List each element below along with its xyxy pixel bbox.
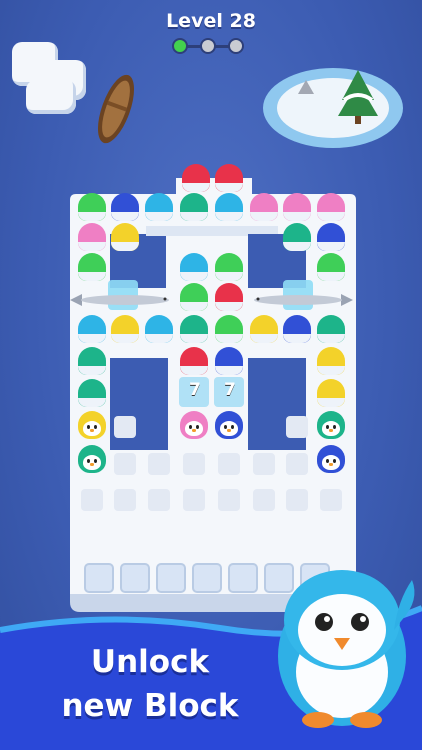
progress-dot-1 <box>172 38 188 54</box>
empty-slot <box>320 489 342 511</box>
empty-slot <box>286 453 308 475</box>
penguin-piece[interactable] <box>76 376 108 408</box>
penguin-piece[interactable] <box>281 220 313 252</box>
penguin-piece[interactable] <box>213 312 245 344</box>
penguin-piece[interactable] <box>178 344 210 376</box>
penguin-piece[interactable] <box>109 220 141 252</box>
penguin-piece[interactable] <box>213 280 245 312</box>
level-title: Level 28 <box>166 10 256 32</box>
penguin-piece[interactable] <box>178 408 210 440</box>
penguin-piece[interactable] <box>315 408 347 440</box>
snow-island-decoration <box>263 68 403 148</box>
penguin-piece[interactable] <box>178 312 210 344</box>
penguin-piece[interactable] <box>213 408 245 440</box>
empty-slot <box>183 453 205 475</box>
empty-slot <box>114 489 136 511</box>
ice-blocks-decoration <box>12 42 88 118</box>
boat-icon <box>97 74 135 144</box>
penguin-piece[interactable] <box>143 190 175 222</box>
progress-dot-2 <box>200 38 216 54</box>
penguin-piece[interactable] <box>76 344 108 376</box>
penguin-piece[interactable] <box>76 190 108 222</box>
fish-icon-right <box>254 294 353 306</box>
penguin-piece[interactable] <box>315 442 347 474</box>
promo-caption-line2: new Block <box>61 688 239 724</box>
penguin-piece[interactable] <box>213 250 245 282</box>
penguin-piece[interactable] <box>76 250 108 282</box>
penguin-piece[interactable] <box>213 190 245 222</box>
empty-slot <box>286 489 308 511</box>
empty-slot <box>253 489 275 511</box>
penguin-piece[interactable] <box>281 312 313 344</box>
frozen-count-label: 7 <box>224 380 236 400</box>
empty-slot <box>286 416 308 438</box>
penguin-piece[interactable] <box>213 344 245 376</box>
tray-slot <box>228 563 258 593</box>
fish-icon-left <box>70 294 169 306</box>
penguin-piece[interactable] <box>143 312 175 344</box>
penguin-piece[interactable] <box>109 312 141 344</box>
penguin-piece[interactable] <box>315 220 347 252</box>
empty-slot <box>114 453 136 475</box>
empty-slot <box>183 489 205 511</box>
penguin-piece[interactable] <box>315 344 347 376</box>
penguin-piece[interactable] <box>281 190 313 222</box>
penguin-piece[interactable] <box>76 312 108 344</box>
penguin-piece[interactable] <box>315 250 347 282</box>
penguin-piece[interactable] <box>178 250 210 282</box>
penguin-piece[interactable] <box>248 312 280 344</box>
empty-slot <box>148 489 170 511</box>
tray-slot <box>156 563 186 593</box>
empty-slot <box>218 453 240 475</box>
tray-slot <box>120 563 150 593</box>
penguin-piece[interactable] <box>315 190 347 222</box>
empty-slot <box>148 453 170 475</box>
penguin-piece[interactable] <box>109 190 141 222</box>
penguin-piece[interactable] <box>213 161 245 193</box>
level-progress <box>172 38 244 54</box>
promo-caption-line1: Unlock <box>90 644 210 680</box>
progress-dot-3 <box>228 38 244 54</box>
tray-slot <box>84 563 114 593</box>
empty-slot <box>114 416 136 438</box>
penguin-piece[interactable] <box>178 190 210 222</box>
tray-slot <box>192 563 222 593</box>
penguin-piece[interactable] <box>76 408 108 440</box>
penguin-piece[interactable] <box>180 161 212 193</box>
empty-slot <box>253 453 275 475</box>
penguin-piece[interactable] <box>76 220 108 252</box>
penguin-piece[interactable] <box>315 312 347 344</box>
empty-slot <box>218 489 240 511</box>
penguin-piece[interactable] <box>76 442 108 474</box>
penguin-piece[interactable] <box>178 280 210 312</box>
penguin-piece[interactable] <box>248 190 280 222</box>
penguin-piece[interactable] <box>315 376 347 408</box>
empty-slot <box>81 489 103 511</box>
frozen-count-label: 7 <box>189 380 201 400</box>
